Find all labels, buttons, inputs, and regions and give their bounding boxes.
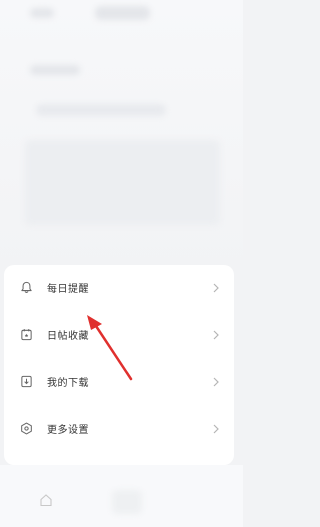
home-icon[interactable] [39,493,53,507]
calendar-icon [21,329,32,341]
blurred-text [36,104,166,116]
menu-item-label: 每日提醒 [47,284,89,295]
blurred-panel [25,140,220,225]
blurred-tab [112,490,142,514]
settings-menu-card: 每日提醒 日帖收藏 我的下载 更多设置 [4,265,234,465]
download-icon [21,375,32,388]
blurred-text [30,65,80,75]
bell-icon [21,281,32,293]
menu-item-my-downloads[interactable]: 我的下载 [4,359,234,404]
chevron-right-icon [213,377,219,386]
menu-item-daily-reminder[interactable]: 每日提醒 [4,265,234,310]
chevron-right-icon [213,283,219,292]
blurred-title [95,6,150,20]
menu-item-label: 我的下载 [47,378,89,389]
chevron-right-icon [213,330,219,339]
menu-item-label: 日帖收藏 [47,331,89,342]
menu-item-daily-favorites[interactable]: 日帖收藏 [4,312,234,357]
blurred-element [30,8,54,18]
menu-item-more-settings[interactable]: 更多设置 [4,406,234,451]
menu-item-label: 更多设置 [47,425,89,436]
settings-hexagon-icon [21,422,32,435]
blurred-profile-area [0,0,243,272]
chevron-right-icon [213,424,219,433]
